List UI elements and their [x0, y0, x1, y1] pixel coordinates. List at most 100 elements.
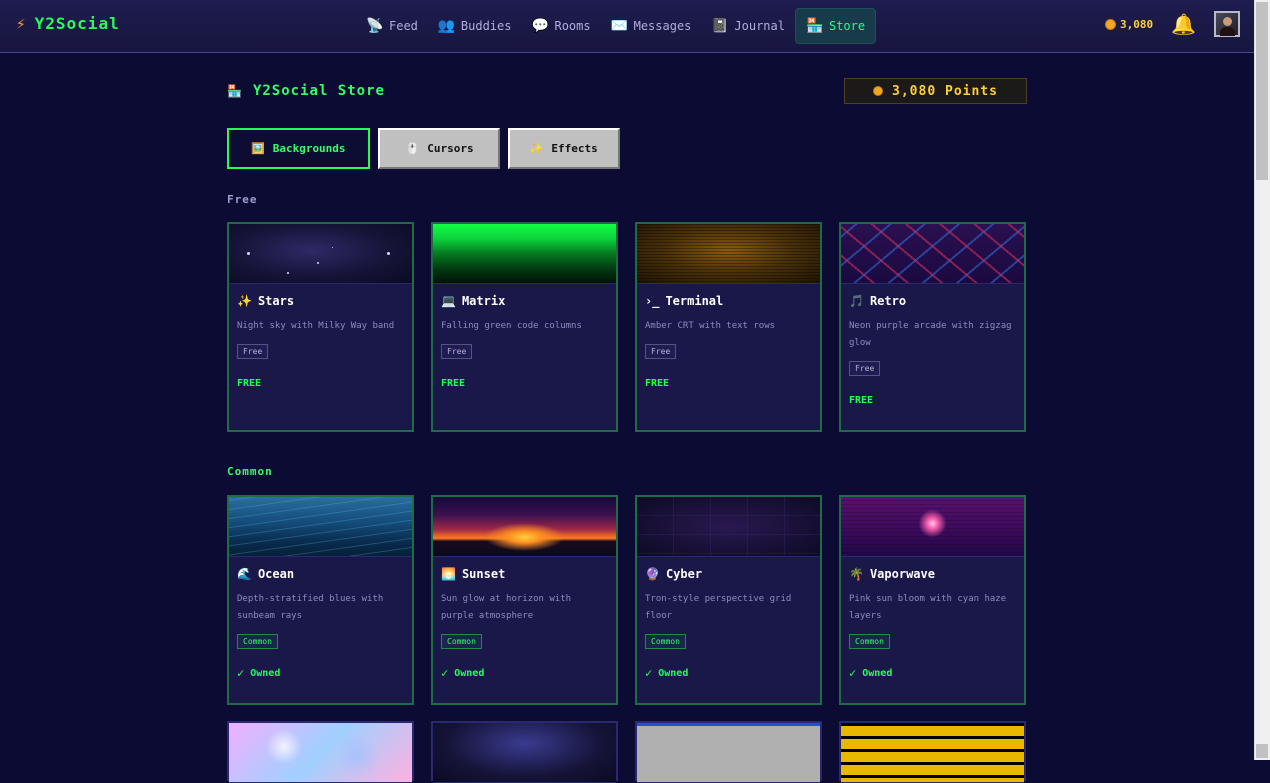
nav-journal-label: Journal: [734, 19, 785, 33]
points-display: 3,080 Points: [844, 78, 1027, 104]
scrollbar-arrow-down[interactable]: [1256, 744, 1268, 758]
rarity-badge: Free: [849, 361, 881, 376]
owned-status: ✓ Owned: [849, 666, 1016, 680]
item-price: FREE: [237, 378, 262, 389]
item-description: Tron-style perspective grid floor: [645, 594, 792, 621]
item-name: Ocean: [257, 567, 295, 581]
sparkles-icon: ✨: [529, 142, 544, 155]
item-name: Matrix: [461, 294, 506, 308]
item-price: FREE: [441, 378, 466, 389]
tab-backgrounds-label: Backgrounds: [272, 142, 346, 155]
tab-effects[interactable]: ✨ Effects: [507, 128, 620, 169]
mouse-icon: 🖱️: [405, 142, 420, 155]
coin-balance-value: 3,080: [1119, 17, 1154, 31]
item-card-partial[interactable]: [431, 721, 618, 783]
nav-messages[interactable]: ✉️ Messages: [601, 8, 702, 44]
item-description: Depth-stratified blues with sunbeam rays: [237, 594, 384, 621]
sunset-icon: 🌅: [441, 567, 456, 581]
item-description: Pink sun bloom with cyan haze layers: [849, 594, 1007, 621]
item-card-ocean[interactable]: 🌊 Ocean Depth-stratified blues with sunbe…: [227, 495, 414, 705]
coin-balance: 3,080: [1104, 17, 1154, 31]
item-description: Falling green code columns: [441, 321, 582, 331]
terminal-icon: ›_: [645, 294, 660, 308]
tab-cursors-label: Cursors: [427, 142, 474, 155]
bell-icon[interactable]: 🔔: [1171, 12, 1196, 36]
item-description: Neon purple arcade with zigzag glow: [849, 321, 1012, 348]
item-price: FREE: [849, 395, 874, 406]
picture-icon: 🖼️: [251, 142, 265, 155]
lightning-icon: ⚡: [16, 14, 27, 33]
item-card-partial[interactable]: [635, 721, 822, 783]
page-scrollbar[interactable]: [1254, 0, 1270, 760]
item-description: Night sky with Milky Way band: [237, 321, 395, 331]
crystal-ball-icon: 🔮: [645, 567, 660, 581]
section-free-title: Free: [227, 193, 258, 206]
nav-right: 3,080 🔔: [1104, 11, 1240, 37]
brand-name: Y2Social: [34, 14, 120, 33]
item-card-stars[interactable]: ✨ Stars Night sky with Milky Way band Fre…: [227, 222, 414, 432]
rarity-badge: Common: [237, 634, 278, 649]
preview-cyber: [637, 497, 820, 557]
nav-buddies[interactable]: 👥 Buddies: [428, 8, 522, 44]
owned-status: ✓ Owned: [441, 666, 608, 680]
scrollbar-thumb[interactable]: [1256, 2, 1268, 180]
rarity-badge: Common: [849, 634, 890, 649]
owned-label: Owned: [250, 667, 281, 679]
nav-buddies-label: Buddies: [460, 19, 512, 33]
page-title: 🏪 Y2Social Store: [227, 83, 385, 99]
nav-feed[interactable]: 📡 Feed: [356, 8, 428, 44]
tab-cursors[interactable]: 🖱️ Cursors: [377, 128, 500, 169]
item-card-matrix[interactable]: 💻 Matrix Falling green code columns Free …: [431, 222, 618, 432]
preview-sunset: [433, 497, 616, 557]
rarity-badge: Free: [441, 344, 473, 359]
nav-rooms[interactable]: 💬 Rooms: [521, 8, 600, 44]
preview-partial: [229, 723, 412, 783]
points-text: 3,080 Points: [892, 83, 998, 99]
tab-backgrounds[interactable]: 🖼️ Backgrounds: [227, 128, 370, 169]
item-card-sunset[interactable]: 🌅 Sunset Sun glow at horizon with purple …: [431, 495, 618, 705]
nav-journal[interactable]: 📓 Journal: [701, 8, 795, 44]
nav-links: 📡 Feed 👥 Buddies 💬 Rooms ✉️ Messages 📓 Journa…: [356, 8, 877, 44]
item-card-cyber[interactable]: 🔮 Cyber Tron-style perspective grid floor…: [635, 495, 822, 705]
nav-messages-label: Messages: [633, 19, 692, 33]
coin-icon: [1104, 18, 1116, 30]
music-note-icon: 🎵: [849, 294, 864, 308]
free-grid: ✨ Stars Night sky with Milky Way band Fre…: [227, 222, 1026, 432]
laptop-icon: 💻: [441, 294, 456, 308]
nav-rooms-label: Rooms: [554, 19, 591, 33]
avatar[interactable]: [1214, 11, 1240, 37]
common-grid: 🌊 Ocean Depth-stratified blues with sunbe…: [227, 495, 1026, 705]
nav-store[interactable]: 🏪 Store: [794, 8, 877, 44]
rarity-badge: Common: [645, 634, 686, 649]
buddies-icon: 👥: [437, 18, 456, 34]
brand-logo[interactable]: ⚡ Y2Social: [16, 14, 120, 33]
item-name: Retro: [869, 294, 907, 308]
check-icon: ✓: [237, 666, 245, 680]
item-card-vaporwave[interactable]: 🌴 Vaporwave Pink sun bloom with cyan haze…: [839, 495, 1026, 705]
store-icon: 🏪: [805, 18, 824, 34]
rarity-badge: Free: [645, 344, 677, 359]
rarity-badge: Free: [237, 344, 269, 359]
item-card-retro[interactable]: 🎵 Retro Neon purple arcade with zigzag gl…: [839, 222, 1026, 432]
preview-partial: [433, 723, 616, 783]
item-card-partial[interactable]: [227, 721, 414, 783]
preview-matrix: [433, 224, 616, 284]
wave-icon: 🌊: [237, 567, 252, 581]
item-description: Amber CRT with text rows: [645, 321, 776, 331]
item-card-terminal[interactable]: ›_ Terminal Amber CRT with text rows Free…: [635, 222, 822, 432]
satellite-icon: 📡: [366, 18, 384, 34]
owned-status: ✓ Owned: [645, 666, 812, 680]
rarity-badge: Common: [441, 634, 482, 649]
envelope-icon: ✉️: [610, 18, 629, 34]
item-name: Terminal: [665, 294, 724, 308]
preview-ocean: [229, 497, 412, 557]
item-card-partial[interactable]: [839, 721, 1026, 783]
top-nav: ⚡ Y2Social 📡 Feed 👥 Buddies 💬 Rooms ✉️ Messa…: [0, 0, 1254, 53]
palm-tree-icon: 🌴: [849, 567, 864, 581]
preview-stars: [229, 224, 412, 284]
item-price: FREE: [645, 378, 670, 389]
nav-feed-label: Feed: [389, 19, 418, 33]
chat-bubble-icon: 💬: [531, 18, 549, 34]
item-name: Sunset: [461, 567, 506, 581]
owned-label: Owned: [454, 667, 485, 679]
